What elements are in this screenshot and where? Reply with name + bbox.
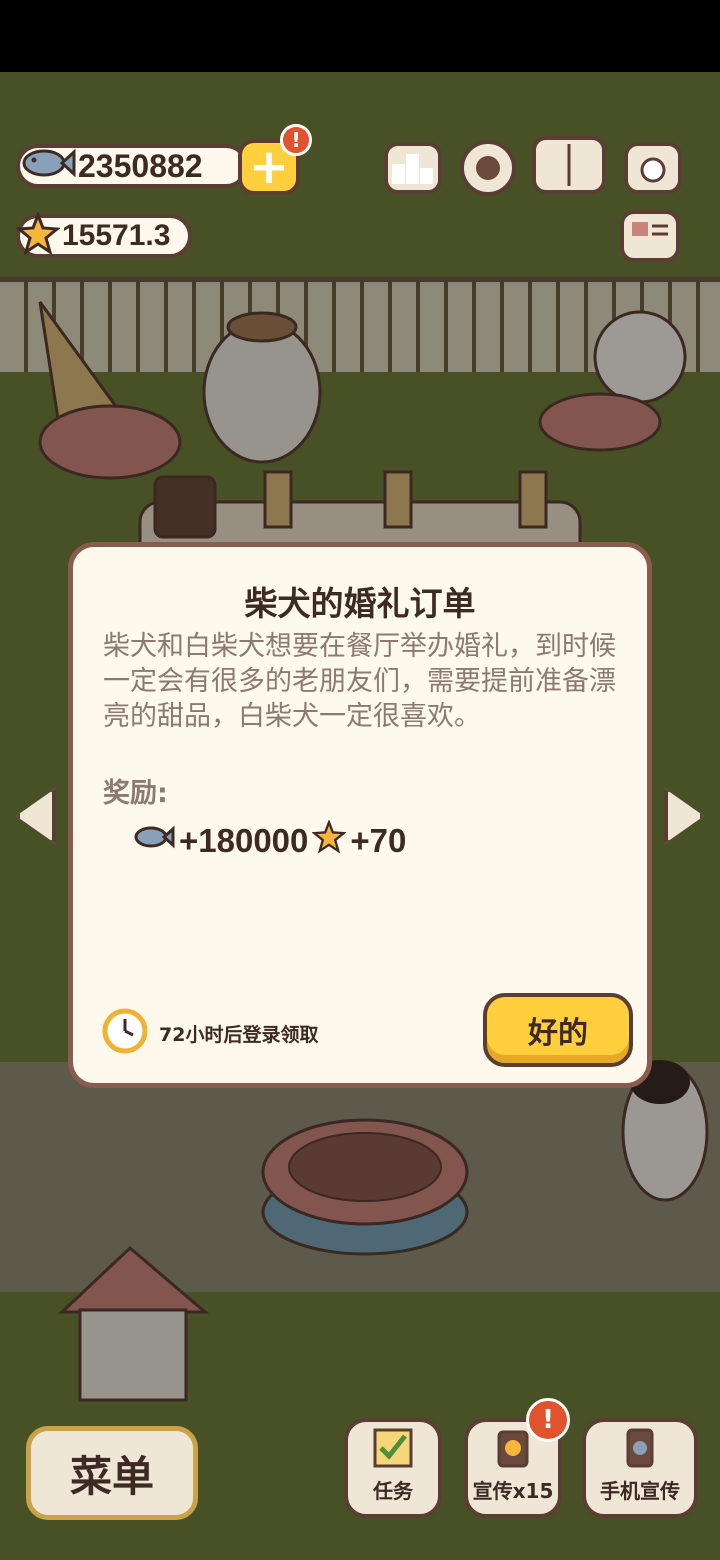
camera-icon[interactable] <box>624 142 682 194</box>
alert-badge-icon: ! <box>526 1398 570 1442</box>
tasks-button[interactable]: 任务 <box>344 1418 442 1518</box>
fish-currency: 2350882 <box>16 144 248 188</box>
clock-icon <box>101 1007 149 1059</box>
checklist-icon <box>371 1426 415 1475</box>
star-currency: 15571.3 <box>15 210 192 258</box>
alert-badge-icon: ! <box>280 124 312 156</box>
phone-promote-label: 手机宣传 <box>600 1479 680 1503</box>
reward-fish-amount: +180000 <box>179 822 309 859</box>
status-bar <box>0 0 720 72</box>
star-icon <box>311 819 348 862</box>
fish-amount: 2350882 <box>78 147 203 184</box>
promote-label: 宣传x15 <box>472 1479 554 1503</box>
reward-row: +180000 +70 <box>131 819 410 863</box>
fish-icon <box>16 138 76 196</box>
phone-icon <box>618 1426 662 1475</box>
settings-gear-icon[interactable] <box>460 140 516 196</box>
dialog-description: 柴犬和白柴犬想要在餐厅举办婚礼，到时候一定会有很多的老朋友们，需要提前准备漂亮的… <box>103 631 616 732</box>
newspaper-icon[interactable] <box>620 210 680 262</box>
star-amount: 15571.3 <box>62 219 171 252</box>
ok-button[interactable]: 好的 <box>483 993 633 1067</box>
menu-button[interactable]: 菜单 <box>26 1426 198 1520</box>
fish-icon <box>131 819 175 863</box>
reward-label: 奖励: <box>103 778 168 809</box>
tasks-label: 任务 <box>373 1479 413 1503</box>
promo-card-icon <box>491 1426 535 1475</box>
phone-promote-button[interactable]: 手机宣传 <box>582 1418 698 1518</box>
star-icon <box>15 210 61 264</box>
dialog-title: 柴犬的婚礼订单 <box>244 584 476 623</box>
timer: 72小时后登录领取 <box>101 1007 318 1059</box>
order-dialog: 柴犬的婚礼订单 柴犬和白柴犬想要在餐厅举办婚礼，到时候一定会有很多的老朋友们，需… <box>68 542 652 1088</box>
reward-star-amount: +70 <box>350 822 407 859</box>
timer-text: 72小时后登录领取 <box>159 1023 319 1046</box>
cookbook-icon[interactable] <box>532 136 606 194</box>
ranking-icon[interactable] <box>384 142 442 194</box>
